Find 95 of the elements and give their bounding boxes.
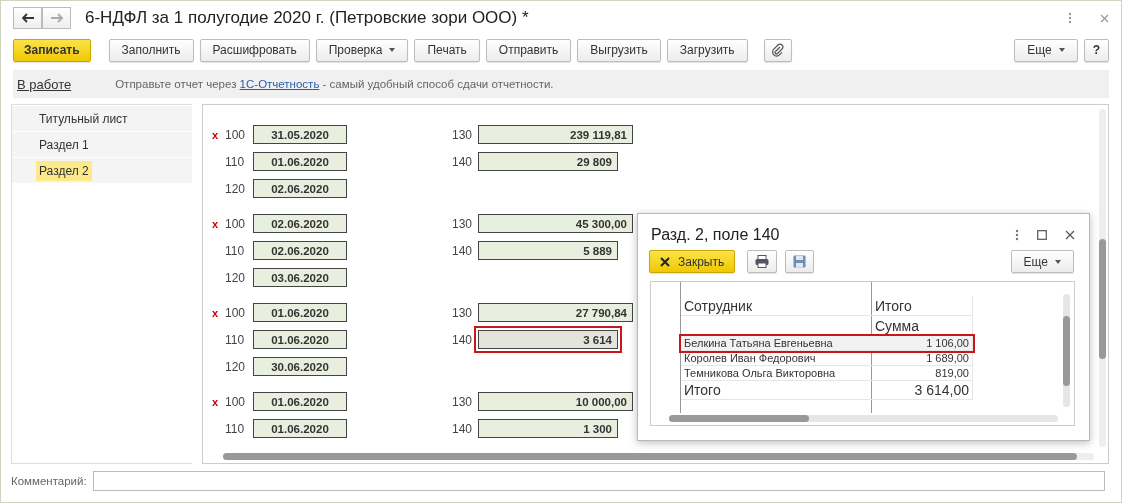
toolbar-button[interactable]: Заполнить xyxy=(108,38,194,62)
more-button[interactable]: Еще xyxy=(1010,250,1074,273)
amount-field[interactable]: 5 889 xyxy=(478,241,618,260)
table-cell: Белкина Татьяна Евгеньевна xyxy=(681,335,872,351)
date-field[interactable]: 03.06.2020 xyxy=(253,268,347,287)
total-amount: 3 614,00 xyxy=(872,380,973,400)
paperclip-icon xyxy=(771,43,784,57)
toolbar-button[interactable]: Выгрузить xyxy=(577,38,661,62)
field-code: 100 xyxy=(225,394,247,409)
dialog-title: Разд. 2, поле 140 xyxy=(651,226,781,244)
sidebar-item[interactable]: Раздел 1 xyxy=(12,132,192,158)
field-code: 110 xyxy=(225,332,246,347)
field-code: 130 xyxy=(452,127,474,142)
attach-button[interactable] xyxy=(763,38,792,62)
window-title: 6-НДФЛ за 1 полугодие 2020 г. (Петровские зори ООО) * xyxy=(85,8,530,28)
dropdown-button[interactable]: Проверка xyxy=(315,38,409,62)
date-field[interactable]: 31.05.2020 xyxy=(253,125,347,144)
date-field[interactable]: 02.06.2020 xyxy=(253,214,347,233)
printer-icon xyxy=(755,255,770,268)
vertical-scrollbar[interactable] xyxy=(1063,294,1070,407)
column-header: Сотрудник xyxy=(681,296,872,316)
field-code: 130 xyxy=(452,305,474,320)
save-button[interactable] xyxy=(785,250,815,273)
caret-icon xyxy=(389,48,396,52)
error-mark: x xyxy=(212,306,220,319)
back-button[interactable] xyxy=(13,7,42,29)
error-mark: x xyxy=(212,217,220,230)
date-field[interactable]: 01.06.2020 xyxy=(253,330,347,349)
more-button[interactable]: Еще xyxy=(1014,38,1078,62)
vertical-scrollbar[interactable] xyxy=(1099,109,1106,447)
field-code: 110 xyxy=(225,243,246,258)
comment-field[interactable] xyxy=(92,471,1105,491)
field-code: 100 xyxy=(225,305,247,320)
date-field[interactable]: 30.06.2020 xyxy=(253,357,347,376)
toolbar-button[interactable]: Расшифровать xyxy=(199,38,310,62)
field-code: 130 xyxy=(452,216,474,231)
date-field[interactable]: 01.06.2020 xyxy=(253,152,347,171)
field-code: 100 xyxy=(225,127,247,142)
date-field[interactable]: 02.06.2020 xyxy=(253,179,347,198)
table-cell: Темникова Ольга Викторовна xyxy=(681,365,872,381)
caret-icon xyxy=(1058,48,1065,52)
horizontal-scrollbar[interactable] xyxy=(223,453,1094,460)
date-field[interactable]: 01.06.2020 xyxy=(253,419,347,438)
horizontal-scrollbar[interactable] xyxy=(669,415,1058,422)
link[interactable]: 1С-Отчетность xyxy=(239,78,320,90)
amount-field[interactable]: 29 809 xyxy=(478,152,618,171)
amount-field[interactable]: 239 119,81 xyxy=(478,125,633,144)
right-arrow-icon xyxy=(49,13,64,23)
field-code: 120 xyxy=(225,359,247,374)
table-cell: 1 106,00 xyxy=(872,335,973,351)
save-button[interactable]: Записать xyxy=(13,38,91,62)
table-cell: 1 689,00 xyxy=(872,350,973,366)
field-code: 120 xyxy=(225,181,247,196)
field-code: 140 xyxy=(452,243,474,258)
amount-field[interactable]: 45 300,00 xyxy=(478,214,633,233)
toolbar-button[interactable]: Отправить xyxy=(485,38,572,62)
help-button[interactable]: ? xyxy=(1083,38,1109,62)
selected-row[interactable]: Белкина Татьяна Евгеньевна 1 106,00 xyxy=(681,335,973,351)
comment-label: Комментарий: xyxy=(11,475,87,487)
error-mark: x xyxy=(212,128,220,141)
print-button[interactable] xyxy=(747,250,778,273)
field-code: 140 xyxy=(452,332,474,347)
total-label: Итого xyxy=(681,380,872,400)
more-icon[interactable] xyxy=(1015,229,1019,241)
maximize-icon[interactable] xyxy=(1037,230,1047,240)
close-icon[interactable] xyxy=(1065,230,1075,240)
column-header: Итого xyxy=(872,296,973,316)
sidebar-item[interactable]: Титульный лист xyxy=(12,106,192,132)
info-message: Отправьте отчет через 1С-Отчетность - самый удобный способ сдачи отчетности. xyxy=(115,78,554,90)
close-button[interactable]: Закрыть xyxy=(649,250,736,273)
toolbar-button[interactable]: Печать xyxy=(414,38,480,62)
field-code: 110 xyxy=(225,154,246,169)
caret-icon xyxy=(1055,259,1061,264)
field-code: 120 xyxy=(225,270,247,285)
field-code: 110 xyxy=(225,421,246,436)
table-cell: Королев Иван Федорович xyxy=(681,350,872,366)
sidebar-item[interactable]: Раздел 2 xyxy=(12,158,192,184)
field-code: 140 xyxy=(452,421,474,436)
field-code: 130 xyxy=(452,394,474,409)
error-mark: x xyxy=(212,395,220,408)
amount-field[interactable]: 1 300 xyxy=(478,419,618,438)
toolbar-button[interactable]: Загрузить xyxy=(666,38,748,62)
amount-field[interactable]: 27 790,84 xyxy=(478,303,633,322)
amount-field[interactable]: 10 000,00 xyxy=(478,392,633,411)
field-code: 140 xyxy=(452,154,474,169)
table-cell: 819,00 xyxy=(872,365,973,381)
status-link[interactable]: В работе xyxy=(17,76,72,92)
amount-field[interactable]: 3 614 xyxy=(478,330,618,349)
left-arrow-icon xyxy=(20,13,35,23)
more-icon[interactable] xyxy=(1068,12,1072,24)
date-field[interactable]: 02.06.2020 xyxy=(253,241,347,260)
field-code: 100 xyxy=(225,216,247,231)
close-icon xyxy=(660,256,670,267)
date-field[interactable]: 01.06.2020 xyxy=(253,392,347,411)
date-field[interactable]: 01.06.2020 xyxy=(253,303,347,322)
